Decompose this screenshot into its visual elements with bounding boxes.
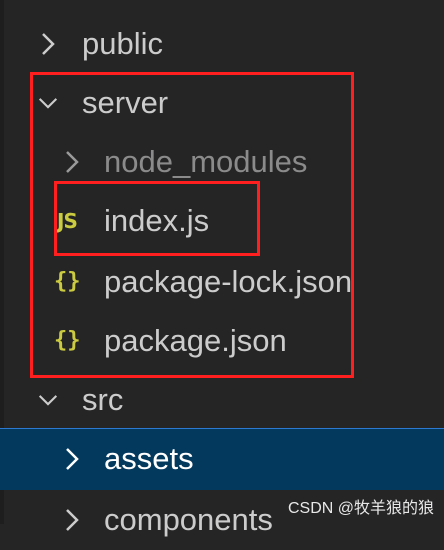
- tree-item-label: components: [104, 502, 273, 537]
- tree-item-label: src: [82, 382, 124, 417]
- tree-item-public[interactable]: public: [0, 14, 444, 74]
- tree-item-label: package.json: [104, 323, 287, 358]
- js-file-icon: JS: [57, 209, 78, 233]
- chevron-right-icon: [38, 14, 58, 74]
- tree-item-package-json[interactable]: {} package.json: [0, 311, 444, 371]
- tree-item-package-lock-json[interactable]: {} package-lock.json: [0, 252, 444, 312]
- tree-item-server[interactable]: server: [0, 73, 444, 133]
- tree-item-assets[interactable]: assets: [0, 428, 444, 490]
- tree-item-node-modules[interactable]: node_modules: [0, 132, 444, 192]
- json-file-icon: {}: [54, 328, 81, 353]
- tree-item-src[interactable]: src: [0, 370, 444, 430]
- tree-item-label: index.js: [104, 203, 210, 238]
- tree-item-label: node_modules: [104, 144, 308, 179]
- tree-item-label: public: [82, 26, 163, 61]
- chevron-down-icon: [38, 73, 58, 133]
- chevron-right-icon: [62, 490, 82, 550]
- chevron-down-icon: [38, 370, 58, 430]
- watermark: CSDN @牧羊狼的狼: [287, 500, 434, 517]
- chevron-right-icon: [62, 132, 82, 192]
- tree-item-label: assets: [104, 441, 194, 476]
- json-file-icon: {}: [54, 269, 81, 294]
- chevron-right-icon: [62, 428, 82, 490]
- tree-item-index-js[interactable]: JS index.js: [0, 191, 444, 251]
- tree-item-label: server: [82, 85, 169, 120]
- tree-item-label: package-lock.json: [104, 264, 353, 299]
